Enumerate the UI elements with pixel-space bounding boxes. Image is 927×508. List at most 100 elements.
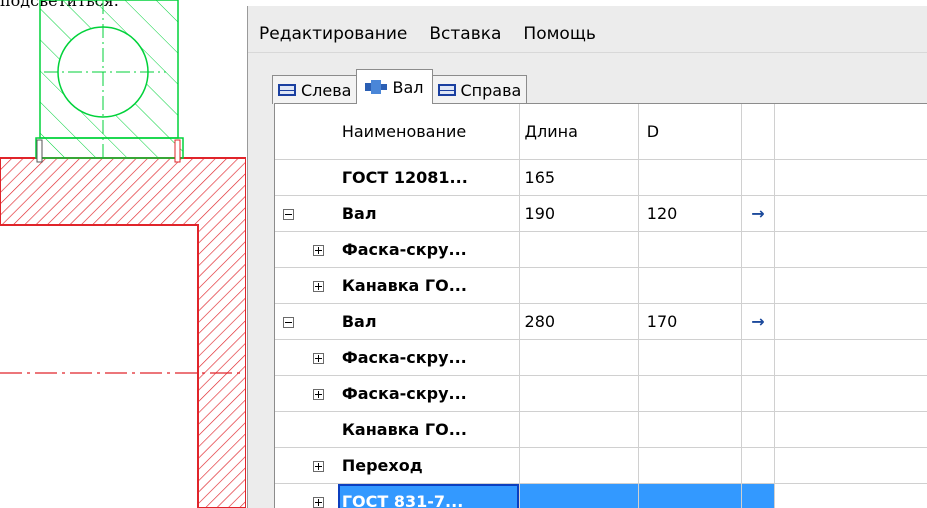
tree-cell — [275, 339, 305, 376]
tab-left-label: Слева — [301, 80, 352, 100]
tree-cell — [275, 267, 305, 304]
action-cell — [741, 447, 775, 484]
action-cell: → — [741, 195, 775, 232]
expand-icon[interactable] — [312, 245, 324, 256]
expand-icon[interactable] — [312, 497, 324, 508]
header-spacer — [304, 104, 338, 160]
tab-shaft-label: Вал — [392, 77, 424, 97]
name-cell[interactable]: Фаска-скру... — [337, 375, 520, 412]
name-cell[interactable]: Вал — [337, 303, 520, 340]
table-row[interactable]: Фаска-скру... — [275, 339, 927, 376]
name-cell[interactable]: Канавка ГО... — [337, 267, 520, 304]
expand-icon[interactable] — [312, 389, 324, 400]
diameter-cell[interactable] — [638, 231, 742, 268]
collapse-icon[interactable] — [283, 317, 294, 328]
name-cell[interactable]: ГОСТ 831-7... — [337, 483, 520, 508]
action-cell — [741, 411, 775, 448]
row-filler — [774, 447, 927, 484]
cad-drawing-canvas[interactable] — [0, 0, 246, 508]
header-spacer — [275, 104, 305, 160]
menu-insert[interactable]: Вставка — [426, 22, 504, 46]
length-cell[interactable] — [519, 411, 639, 448]
tree-cell — [304, 339, 338, 376]
row-filler — [774, 231, 927, 268]
expand-icon[interactable] — [312, 281, 324, 292]
row-filler — [774, 195, 927, 232]
arrow-right-icon[interactable]: → — [751, 204, 764, 223]
diameter-cell[interactable] — [638, 447, 742, 484]
name-cell[interactable]: Фаска-скру... — [337, 339, 520, 376]
action-cell — [741, 231, 775, 268]
action-cell — [741, 375, 775, 412]
diameter-cell[interactable] — [638, 483, 742, 508]
header-name[interactable]: Наименование — [337, 104, 520, 160]
length-cell[interactable]: 190 — [519, 195, 639, 232]
tree-cell — [275, 159, 305, 196]
header-filler — [774, 104, 927, 160]
row-filler — [774, 159, 927, 196]
right-view-icon — [437, 84, 456, 96]
length-cell[interactable]: 280 — [519, 303, 639, 340]
diameter-cell[interactable] — [638, 411, 742, 448]
length-cell[interactable] — [519, 447, 639, 484]
action-cell — [741, 267, 775, 304]
collapse-icon[interactable] — [283, 209, 294, 220]
menu-bar: Редактирование Вставка Помощь — [248, 15, 927, 53]
tab-left[interactable]: Слева — [272, 75, 358, 104]
table-row[interactable]: Переход — [275, 447, 927, 484]
action-cell — [741, 159, 775, 196]
name-cell[interactable]: ГОСТ 12081... — [337, 159, 520, 196]
tree-cell — [275, 231, 305, 268]
diameter-cell[interactable] — [638, 339, 742, 376]
length-cell[interactable]: 165 — [519, 159, 639, 196]
table-row[interactable]: ГОСТ 12081... 165 — [275, 159, 927, 196]
header-diameter[interactable]: D — [638, 104, 742, 160]
menu-help[interactable]: Помощь — [520, 22, 598, 46]
table-row[interactable]: Вал 190 120 → — [275, 195, 927, 232]
header-length[interactable]: Длина — [519, 104, 639, 160]
table-row[interactable]: Канавка ГО... — [275, 267, 927, 304]
grid-header: Наименование Длина D — [275, 104, 927, 160]
row-filler — [774, 303, 927, 340]
tree-cell — [304, 159, 338, 196]
diameter-cell[interactable]: 170 — [638, 303, 742, 340]
tree-cell — [304, 447, 338, 484]
bearing-part — [35, 0, 184, 163]
shaft-editor-panel: Редактирование Вставка Помощь Слева Вал … — [247, 6, 927, 508]
tree-cell — [304, 231, 338, 268]
length-cell[interactable] — [519, 339, 639, 376]
length-cell[interactable] — [519, 231, 639, 268]
name-cell[interactable]: Канавка ГО... — [337, 411, 520, 448]
tree-cell — [275, 195, 305, 232]
diameter-cell[interactable] — [638, 159, 742, 196]
diameter-cell[interactable] — [638, 267, 742, 304]
row-filler — [774, 267, 927, 304]
expand-icon[interactable] — [312, 353, 324, 364]
expand-icon[interactable] — [312, 461, 324, 472]
tab-shaft[interactable]: Вал — [356, 69, 433, 104]
menu-edit[interactable]: Редактирование — [256, 22, 410, 46]
table-row[interactable]: Канавка ГО... — [275, 411, 927, 448]
table-row[interactable]: Фаска-скру... — [275, 231, 927, 268]
name-cell[interactable]: Переход — [337, 447, 520, 484]
diameter-cell[interactable]: 120 — [638, 195, 742, 232]
action-cell — [741, 483, 775, 508]
length-cell[interactable] — [519, 483, 639, 508]
view-tabs: Слева Вал Справа — [272, 69, 528, 104]
tree-cell — [304, 303, 338, 340]
tree-cell — [304, 195, 338, 232]
name-cell[interactable]: Вал — [337, 195, 520, 232]
shaft-icon — [365, 80, 388, 94]
diameter-cell[interactable] — [638, 375, 742, 412]
action-cell: → — [741, 303, 775, 340]
arrow-right-icon[interactable]: → — [751, 312, 764, 331]
table-row[interactable]: ГОСТ 831-7... — [275, 483, 927, 508]
tree-cell — [304, 411, 338, 448]
table-row[interactable]: Фаска-скру... — [275, 375, 927, 412]
length-cell[interactable] — [519, 267, 639, 304]
row-filler — [774, 375, 927, 412]
name-cell[interactable]: Фаска-скру... — [337, 231, 520, 268]
tab-right[interactable]: Справа — [431, 75, 528, 104]
table-row[interactable]: Вал 280 170 → — [275, 303, 927, 340]
length-cell[interactable] — [519, 375, 639, 412]
